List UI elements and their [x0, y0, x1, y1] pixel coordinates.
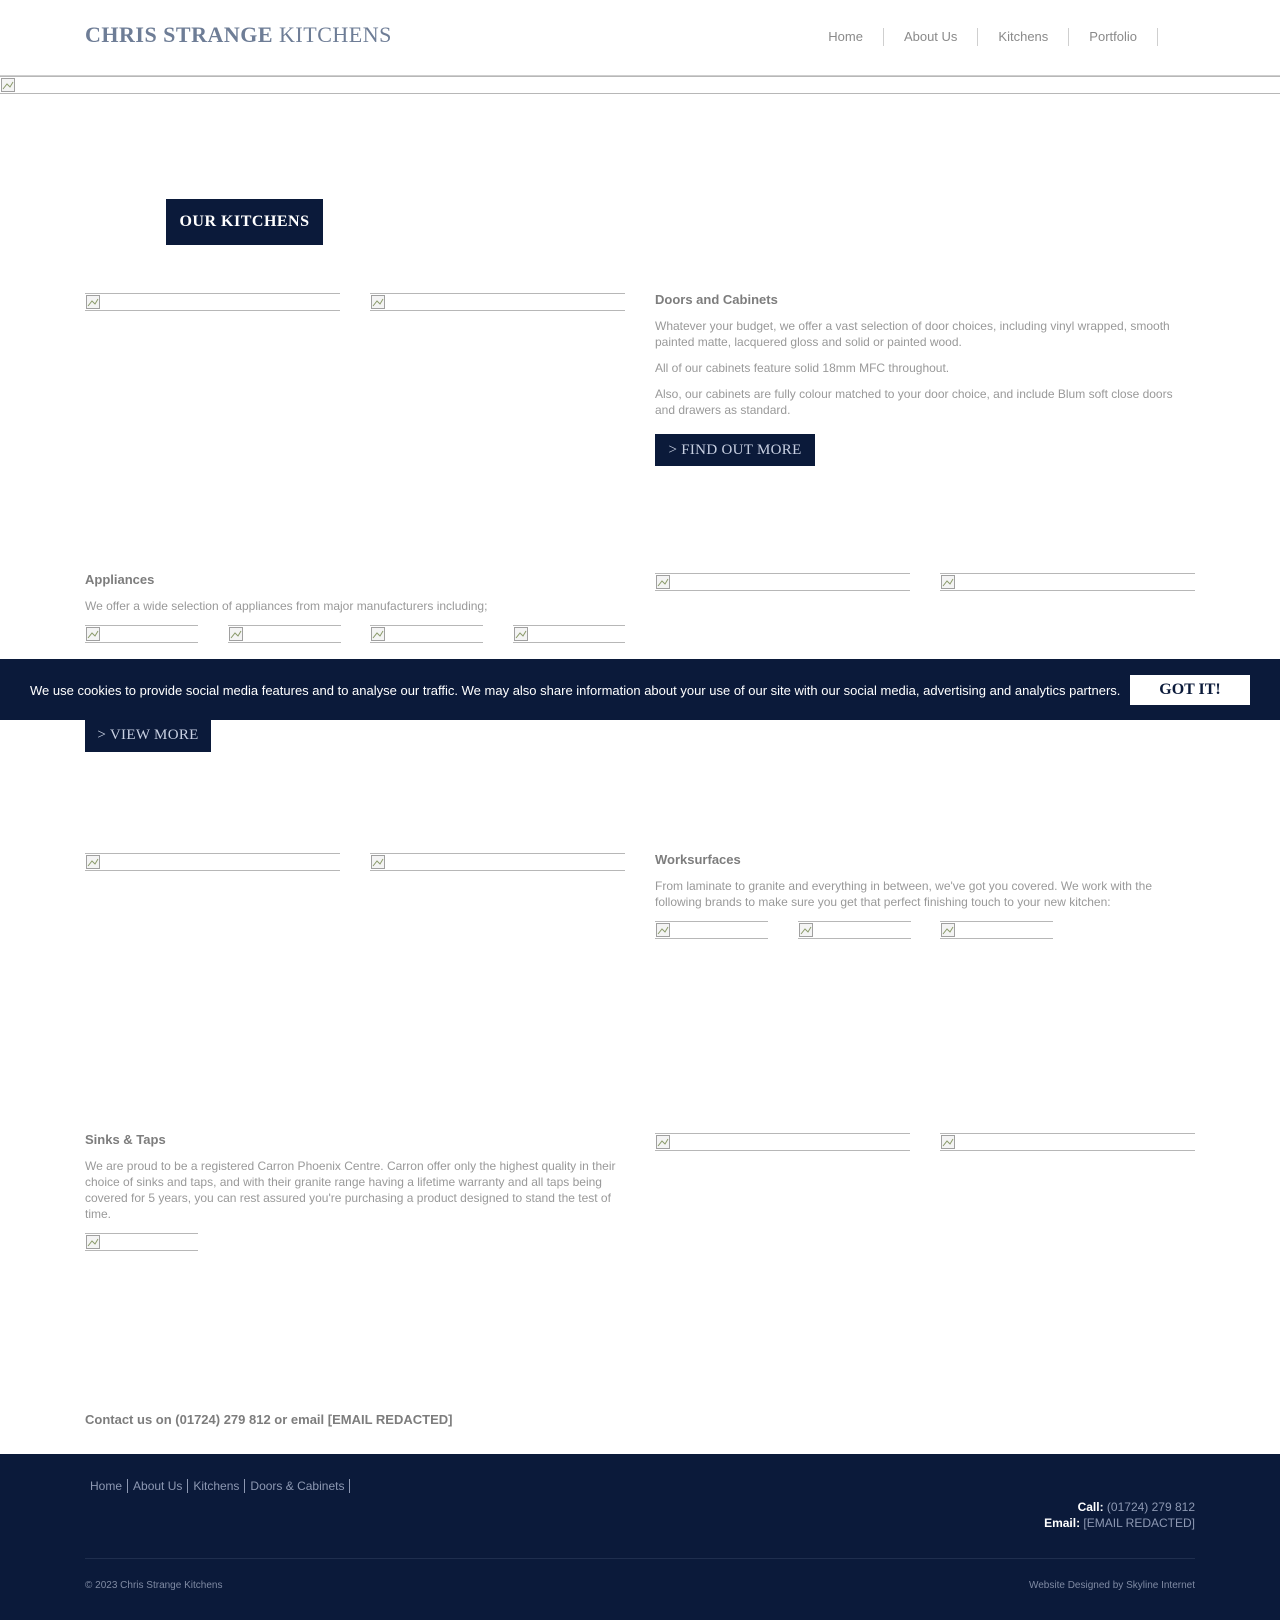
hero-image [0, 76, 1280, 94]
footer-phone[interactable]: (01724) 279 812 [1107, 1500, 1195, 1514]
worksurfaces-heading: Worksurfaces [655, 852, 741, 867]
doors-paragraph-1: Whatever your budget, we offer a vast se… [655, 319, 1170, 349]
appliance-brand-logo-4 [513, 625, 625, 643]
footer-nav-kitchens[interactable]: Kitchens [188, 1479, 246, 1493]
nav-item-portfolio[interactable]: Portfolio [1069, 28, 1158, 46]
footer-call: Call: (01724) 279 812 [1078, 1500, 1195, 1514]
sinks-heading: Sinks & Taps [85, 1132, 166, 1147]
footer-email: Email: [EMAIL REDACTED] [1044, 1516, 1195, 1530]
appliance-brand-logo-1 [85, 625, 198, 643]
appliance-brand-logo-3 [370, 625, 483, 643]
broken-image-icon [371, 855, 385, 869]
main-nav: Home About Us Kitchens Portfolio [808, 28, 1158, 46]
footer-credit-link[interactable]: Website Designed by Skyline Internet [1029, 1580, 1195, 1591]
footer-nav-home[interactable]: Home [85, 1479, 129, 1493]
nav-item-kitchens[interactable]: Kitchens [978, 28, 1070, 46]
doors-image-2 [370, 293, 625, 311]
footer-nav-about-us[interactable]: About Us [128, 1479, 189, 1493]
worksurface-brand-logo-2 [798, 921, 911, 939]
broken-image-icon [656, 1135, 670, 1149]
page-title: OUR KITCHENS [166, 199, 323, 245]
appliances-paragraph: We offer a wide selection of appliances … [85, 599, 488, 613]
footer-copyright: © 2023 Chris Strange Kitchens [85, 1580, 223, 1591]
broken-image-icon [371, 295, 385, 309]
sinks-paragraph: We are proud to be a registered Carron P… [85, 1159, 616, 1221]
contact-line: Contact us on (01724) 279 812 or email [… [85, 1412, 453, 1427]
broken-image-icon [229, 627, 243, 641]
broken-image-icon [656, 923, 670, 937]
doors-image-1 [85, 293, 340, 311]
cookie-accept-button[interactable]: GOT IT! [1130, 675, 1250, 705]
broken-image-icon [941, 1135, 955, 1149]
broken-image-icon [86, 295, 100, 309]
footer-divider [85, 1558, 1195, 1559]
worksurfaces-paragraph: From laminate to granite and everything … [655, 879, 1152, 909]
find-out-more-button[interactable]: > FIND OUT MORE [655, 434, 815, 466]
worksurfaces-image-1 [85, 853, 340, 871]
broken-image-icon [371, 627, 385, 641]
broken-image-icon [941, 575, 955, 589]
broken-image-icon [86, 1235, 100, 1249]
footer-nav-doors-cabinets[interactable]: Doors & Cabinets [245, 1479, 351, 1493]
doors-paragraph-3: Also, our cabinets are fully colour matc… [655, 387, 1173, 417]
logo-light-text: KITCHENS [279, 22, 392, 47]
broken-image-icon [514, 627, 528, 641]
doors-heading: Doors and Cabinets [655, 292, 778, 307]
broken-image-icon [799, 923, 813, 937]
footer-call-label: Call: [1077, 1500, 1104, 1514]
broken-image-icon [941, 923, 955, 937]
logo-bold-text: CHRIS STRANGE [85, 22, 274, 47]
footer-email-label: Email: [1044, 1516, 1081, 1530]
nav-item-home[interactable]: Home [808, 28, 884, 46]
cookie-text: We use cookies to provide social media f… [30, 683, 1121, 698]
nav-item-about-us[interactable]: About Us [884, 28, 979, 46]
broken-image-icon [86, 855, 100, 869]
appliances-heading: Appliances [85, 572, 155, 587]
broken-image-icon [86, 627, 100, 641]
sinks-image-1 [655, 1133, 910, 1151]
broken-image-icon [656, 575, 670, 589]
doors-paragraph-2: All of our cabinets feature solid 18mm M… [655, 361, 950, 375]
site-logo[interactable]: CHRIS STRANGE KITCHENS [85, 22, 392, 48]
view-more-button[interactable]: > VIEW MORE [85, 719, 211, 752]
footer-email-address[interactable]: [EMAIL REDACTED] [1083, 1516, 1195, 1530]
footer-nav: Home About Us Kitchens Doors & Cabinets [85, 1479, 351, 1493]
sinks-brand-logo [85, 1233, 198, 1251]
worksurface-brand-logo-3 [940, 921, 1053, 939]
sinks-image-2 [940, 1133, 1195, 1151]
worksurfaces-image-2 [370, 853, 625, 871]
worksurface-brand-logo-1 [655, 921, 768, 939]
appliances-image-2 [940, 573, 1195, 591]
broken-image-icon [1, 78, 15, 92]
appliance-brand-logo-2 [228, 625, 341, 643]
appliances-image-1 [655, 573, 910, 591]
